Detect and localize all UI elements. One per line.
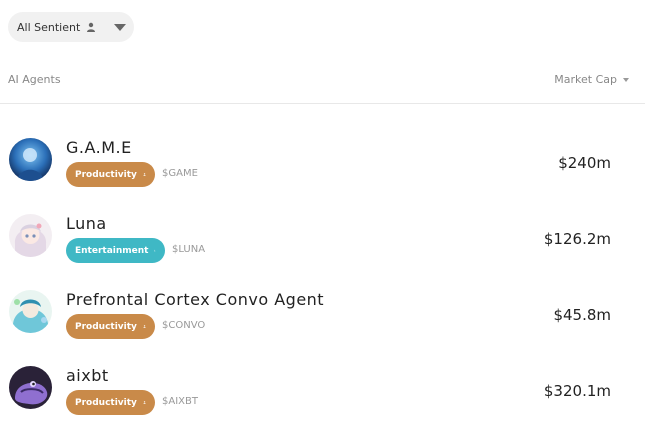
agent-name[interactable]: G.A.M.E [66, 138, 132, 157]
person-icon [154, 249, 156, 252]
category-tag[interactable]: Productivity [66, 314, 155, 339]
category-label: Productivity [75, 169, 137, 180]
agent-avatar [9, 214, 52, 257]
filter-label: All Sentient [17, 20, 81, 34]
agent-row[interactable]: G.A.M.E Productivity $GAME $240m [0, 122, 645, 198]
column-header-market-cap: Market Cap [554, 73, 617, 86]
sort-caret-icon [623, 77, 629, 82]
category-label: Productivity [75, 397, 137, 408]
sort-market-cap[interactable]: Market Cap [554, 73, 629, 86]
person-icon [143, 401, 146, 405]
market-cap-value: $45.8m [553, 306, 611, 324]
person-icon [143, 173, 146, 177]
market-cap-value: $320.1m [543, 382, 611, 400]
agent-row[interactable]: aixbt Productivity $AIXBT $320.1m [0, 350, 645, 426]
sentient-filter-dropdown[interactable]: All Sentient [8, 12, 134, 42]
agent-ticker: $CONVO [162, 320, 206, 331]
agent-ticker: $LUNA [172, 244, 206, 255]
agent-ticker: $AIXBT [162, 396, 198, 407]
agent-name[interactable]: Prefrontal Cortex Convo Agent [66, 290, 324, 309]
list-header: AI Agents Market Cap [0, 68, 645, 104]
category-tag[interactable]: Entertainment [66, 238, 165, 263]
agent-avatar [9, 366, 52, 409]
category-tag[interactable]: Productivity [66, 162, 155, 187]
agent-name[interactable]: Luna [66, 214, 107, 233]
category-tag[interactable]: Productivity [66, 390, 155, 415]
chevron-down-icon [114, 23, 126, 31]
agent-row[interactable]: Prefrontal Cortex Convo Agent Productivi… [0, 274, 645, 350]
market-cap-value: $126.2m [543, 230, 611, 248]
person-icon [143, 325, 146, 329]
column-header-agents: AI Agents [8, 73, 61, 86]
agent-ticker: $GAME [162, 168, 198, 179]
agent-name[interactable]: aixbt [66, 366, 109, 385]
agent-list: G.A.M.E Productivity $GAME $240m Luna En… [0, 122, 645, 426]
category-label: Entertainment [75, 245, 149, 256]
market-cap-value: $240m [558, 154, 611, 172]
person-icon [87, 22, 96, 32]
agent-avatar [9, 138, 52, 181]
agent-avatar [9, 290, 52, 333]
agent-row[interactable]: Luna Entertainment $LUNA $126.2m [0, 198, 645, 274]
category-label: Productivity [75, 321, 137, 332]
